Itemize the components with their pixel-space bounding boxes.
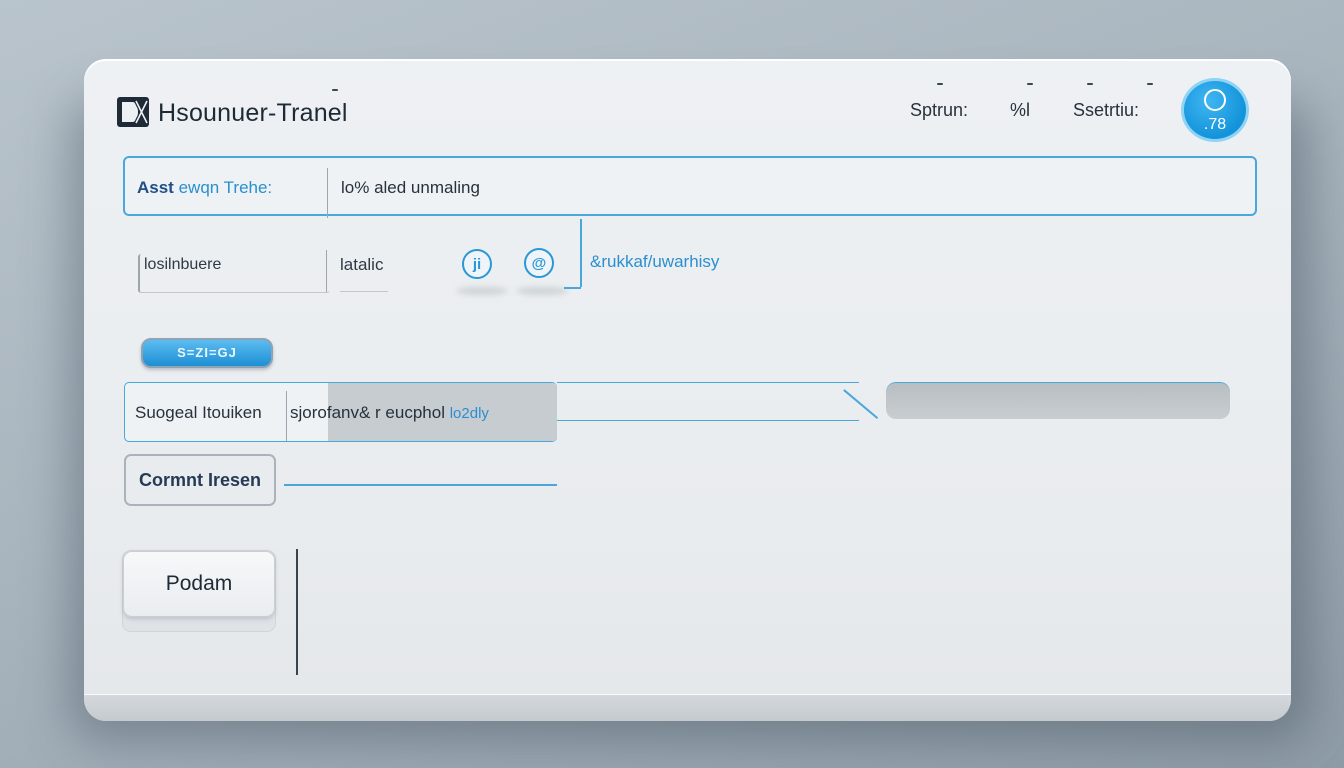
row1-value[interactable]: lo% aled unmaling <box>341 178 480 198</box>
row3-grey-field[interactable] <box>886 382 1230 419</box>
main-panel: Hsounuer-Tranel Sptrun: %l Ssetrtiu: .78… <box>84 59 1291 721</box>
comment-button[interactable]: Cormnt Iresen <box>124 454 276 506</box>
row3-divider <box>286 391 287 441</box>
menu-mark <box>937 83 943 85</box>
app-title: Hsounuer-Tranel <box>158 99 348 127</box>
row2-bracket-foot <box>564 287 581 289</box>
row2-input-field[interactable]: losilnbuere <box>138 254 330 293</box>
at-icon[interactable]: @ <box>524 248 554 278</box>
avatar[interactable]: .78 <box>1181 78 1249 142</box>
row2-value[interactable]: latalic <box>340 255 383 275</box>
translate-icon[interactable]: ji <box>462 249 492 279</box>
text-cursor <box>296 549 298 675</box>
menu-mark <box>1027 83 1033 85</box>
primary-button[interactable]: Podam <box>123 551 275 617</box>
comment-underline <box>284 484 557 486</box>
row1-label-rest: ewqn Trehe: <box>178 178 273 197</box>
form-row-suggestion[interactable]: Suogeal Itouiken sjorofanv& r eucphol lo… <box>124 382 557 442</box>
row3-label: Suogeal Itouiken <box>135 403 262 422</box>
row2-input-value: losilnbuere <box>144 256 222 273</box>
menu-item-percent[interactable]: %l <box>1010 100 1030 121</box>
user-icon <box>1204 89 1226 111</box>
row3-value-text: sjorofanv& r eucphol <box>290 403 445 422</box>
row2-divider <box>326 250 327 292</box>
menu-mark <box>1087 83 1093 85</box>
title-accent-mark <box>332 89 338 91</box>
action-pill-button[interactable]: S=ZI=GJ <box>141 338 273 368</box>
form-row-primary[interactable]: Asst ewqn Trehe: lo% aled unmaling <box>123 156 1257 218</box>
panel-base <box>84 694 1291 721</box>
primary-button-base: Podam <box>122 550 276 632</box>
row1-label-strong: Asst <box>137 178 174 197</box>
menu-item-settings[interactable]: Ssetrtiu: <box>1073 100 1139 121</box>
icon-shadow <box>456 287 508 295</box>
menu-item-sptrun[interactable]: Sptrun: <box>910 100 968 121</box>
row2-bracket-vertical <box>580 219 582 287</box>
row2-underline <box>340 291 388 292</box>
row1-label: Asst ewqn Trehe: <box>137 178 272 198</box>
row3-extension <box>557 382 859 421</box>
menu-mark <box>1147 83 1153 85</box>
row2-link[interactable]: &rukkaf/uwarhisy <box>590 252 719 272</box>
dx-logo-icon <box>117 97 149 127</box>
icon-shadow <box>516 287 568 295</box>
avatar-badge: .78 <box>1203 116 1227 133</box>
row1-divider <box>327 168 328 218</box>
row3-value[interactable]: sjorofanv& r eucphol lo2dly <box>290 403 489 423</box>
row3-value-link[interactable]: lo2dly <box>450 405 489 422</box>
